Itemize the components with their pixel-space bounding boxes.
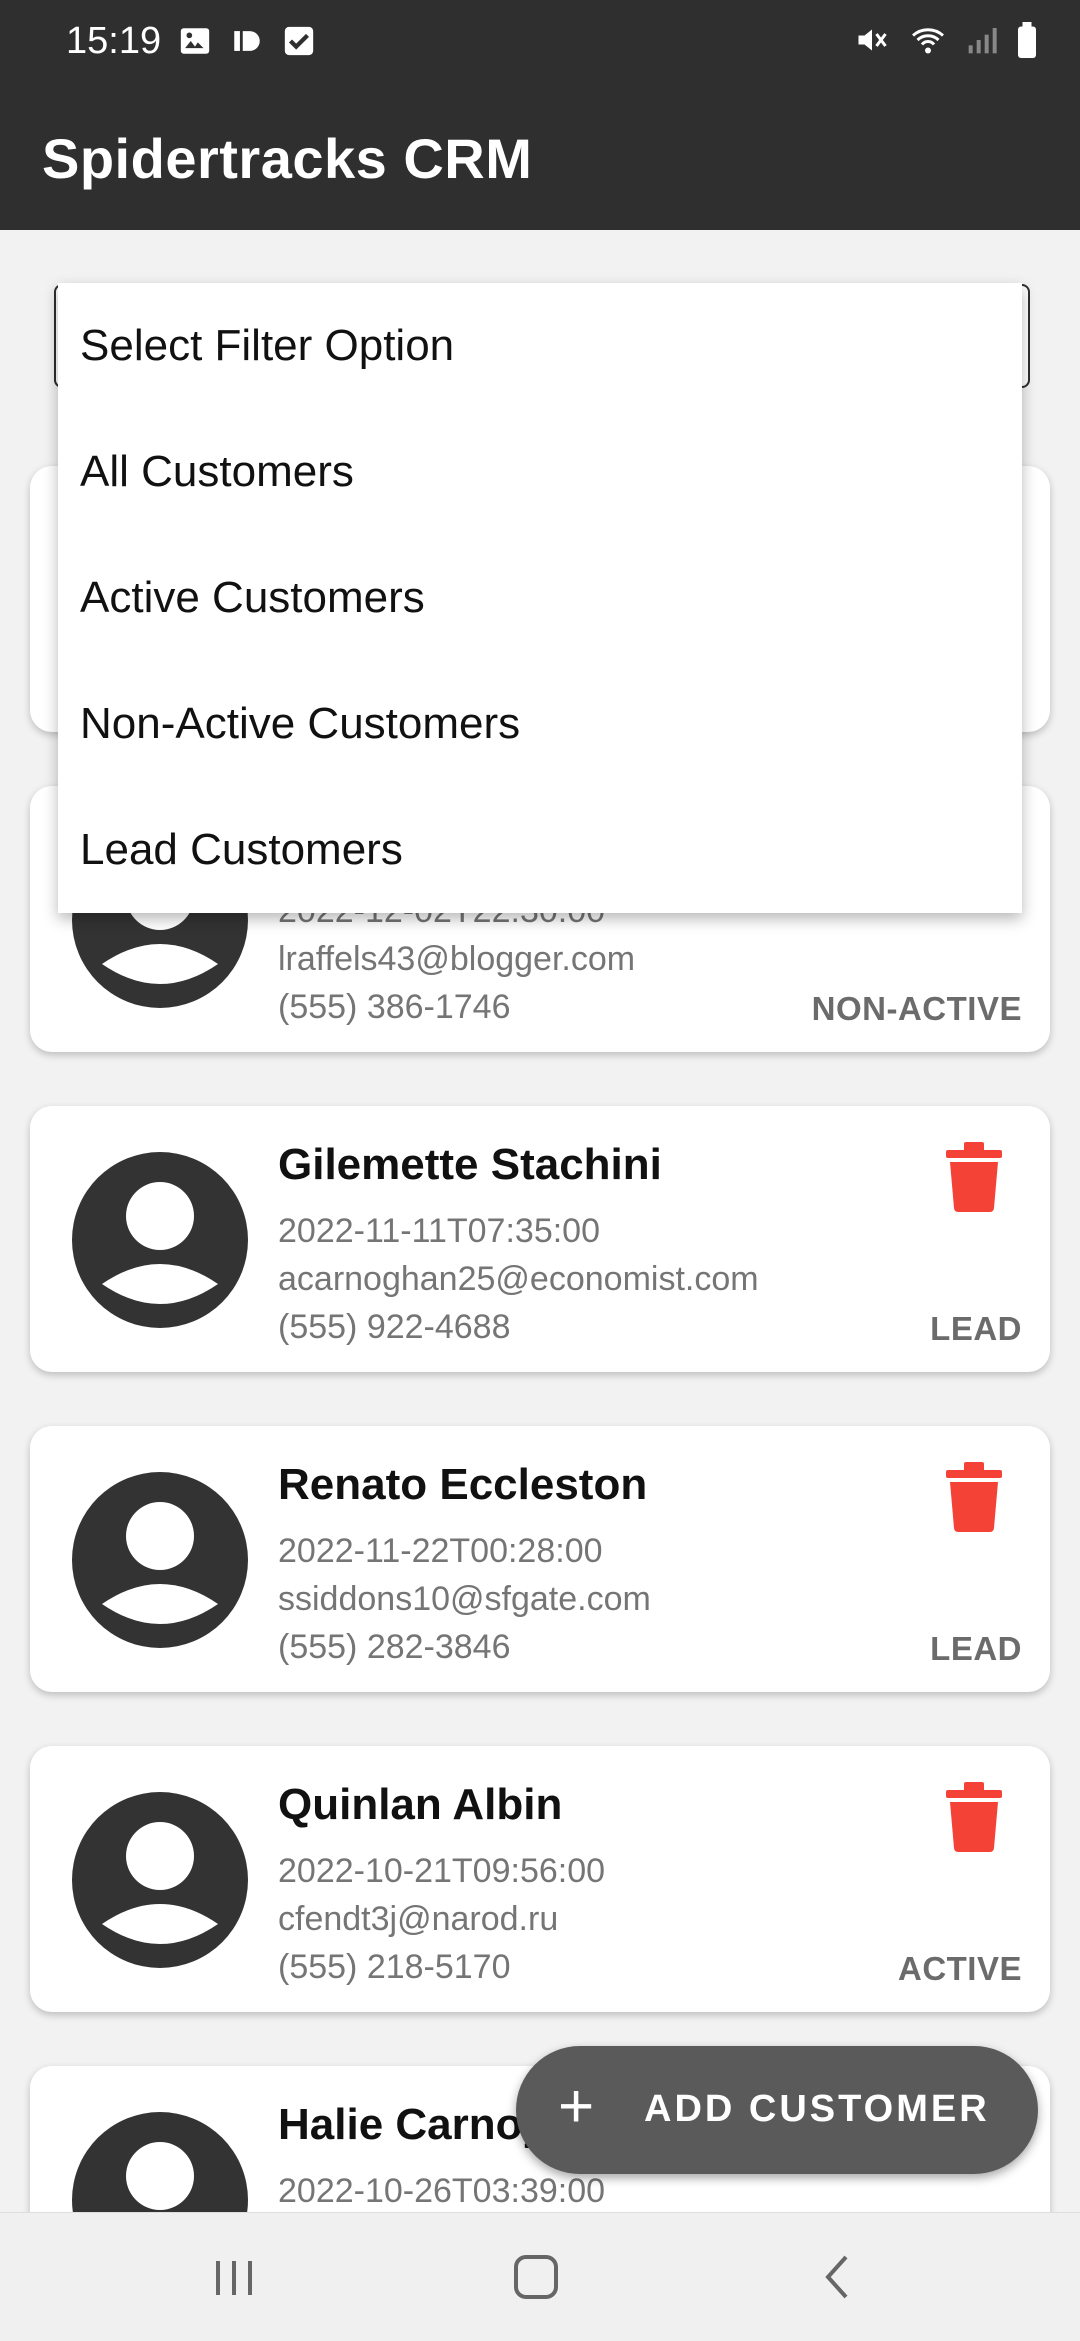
plus-icon: + bbox=[558, 2072, 595, 2141]
back-icon[interactable] bbox=[808, 2247, 868, 2307]
mute-icon bbox=[858, 29, 887, 51]
status-badge: ACTIVE bbox=[897, 1950, 1022, 1987]
filter-option-active[interactable]: Active Customers bbox=[58, 535, 1022, 661]
add-customer-label: ADD CUSTOMER bbox=[644, 2088, 990, 2130]
customer-phone: (555) 218-5170 bbox=[278, 1948, 511, 1986]
add-customer-button[interactable]: + ADD CUSTOMER bbox=[516, 2046, 1038, 2174]
gallery-icon bbox=[180, 28, 210, 54]
customer-card[interactable]: Quinlan Albin 2022-10-21T09:56:00 cfendt… bbox=[30, 1746, 1050, 2012]
filter-option-non-active[interactable]: Non-Active Customers bbox=[58, 661, 1022, 787]
customer-phone: (555) 386-1746 bbox=[278, 988, 511, 1026]
recents-icon[interactable] bbox=[204, 2247, 264, 2307]
customer-phone: (555) 282-3846 bbox=[278, 1628, 511, 1666]
delete-icon[interactable] bbox=[946, 1142, 1002, 1212]
delete-icon[interactable] bbox=[946, 1782, 1002, 1852]
customer-email: cfendt3j@narod.ru bbox=[278, 1900, 559, 1938]
customer-date: 2022-11-11T07:35:00 bbox=[278, 1212, 600, 1250]
customer-name: Quinlan Albin bbox=[278, 1780, 563, 1829]
delete-icon[interactable] bbox=[946, 1462, 1002, 1532]
status-badge: LEAD bbox=[930, 1630, 1022, 1667]
home-icon[interactable] bbox=[506, 2247, 566, 2307]
avatar-icon bbox=[72, 1792, 248, 1968]
customer-name: Halie Carnoy bbox=[278, 2100, 547, 2149]
customer-card[interactable]: Renato Eccleston 2022-11-22T00:28:00 ssi… bbox=[30, 1426, 1050, 1692]
customer-card[interactable]: Gilemette Stachini 2022-11-11T07:35:00 a… bbox=[30, 1106, 1050, 1372]
app-bar: Spidertracks CRM bbox=[0, 82, 1080, 230]
checkbox-notification-icon bbox=[284, 26, 314, 56]
filter-dropdown-menu: Select Filter Option All Customers Activ… bbox=[58, 283, 1022, 913]
navigation-bar bbox=[0, 2212, 1080, 2341]
filter-option-all[interactable]: All Customers bbox=[58, 409, 1022, 535]
battery-icon bbox=[1018, 22, 1036, 58]
customer-name: Renato Eccleston bbox=[278, 1460, 648, 1509]
avatar-icon bbox=[72, 1152, 248, 1328]
status-badge: NON-ACTIVE bbox=[811, 990, 1022, 1027]
avatar-icon bbox=[72, 1472, 248, 1648]
app-notification-icon bbox=[234, 31, 260, 51]
app-title: Spidertracks CRM bbox=[42, 127, 533, 190]
filter-option-select[interactable]: Select Filter Option bbox=[58, 283, 1022, 409]
signal-icon bbox=[968, 28, 997, 54]
customer-email: acarnoghan25@economist.com bbox=[278, 1260, 759, 1298]
wifi-icon bbox=[912, 28, 944, 54]
customer-name: Gilemette Stachini bbox=[278, 1140, 662, 1189]
customer-phone: (555) 922-4688 bbox=[278, 1308, 511, 1346]
status-badge: LEAD bbox=[930, 1310, 1022, 1347]
filter-option-lead[interactable]: Lead Customers bbox=[58, 787, 1022, 913]
customer-date: 2022-11-22T00:28:00 bbox=[278, 1532, 603, 1570]
status-time: 15:19 bbox=[66, 20, 162, 62]
customer-email: ssiddons10@sfgate.com bbox=[278, 1580, 651, 1618]
status-bar: 15:19 bbox=[0, 0, 1080, 82]
customer-date: 2022-10-21T09:56:00 bbox=[278, 1852, 606, 1890]
customer-email: lraffels43@blogger.com bbox=[278, 940, 636, 978]
customer-date: 2022-10-26T03:39:00 bbox=[278, 2172, 606, 2210]
avatar-icon bbox=[72, 2112, 248, 2212]
